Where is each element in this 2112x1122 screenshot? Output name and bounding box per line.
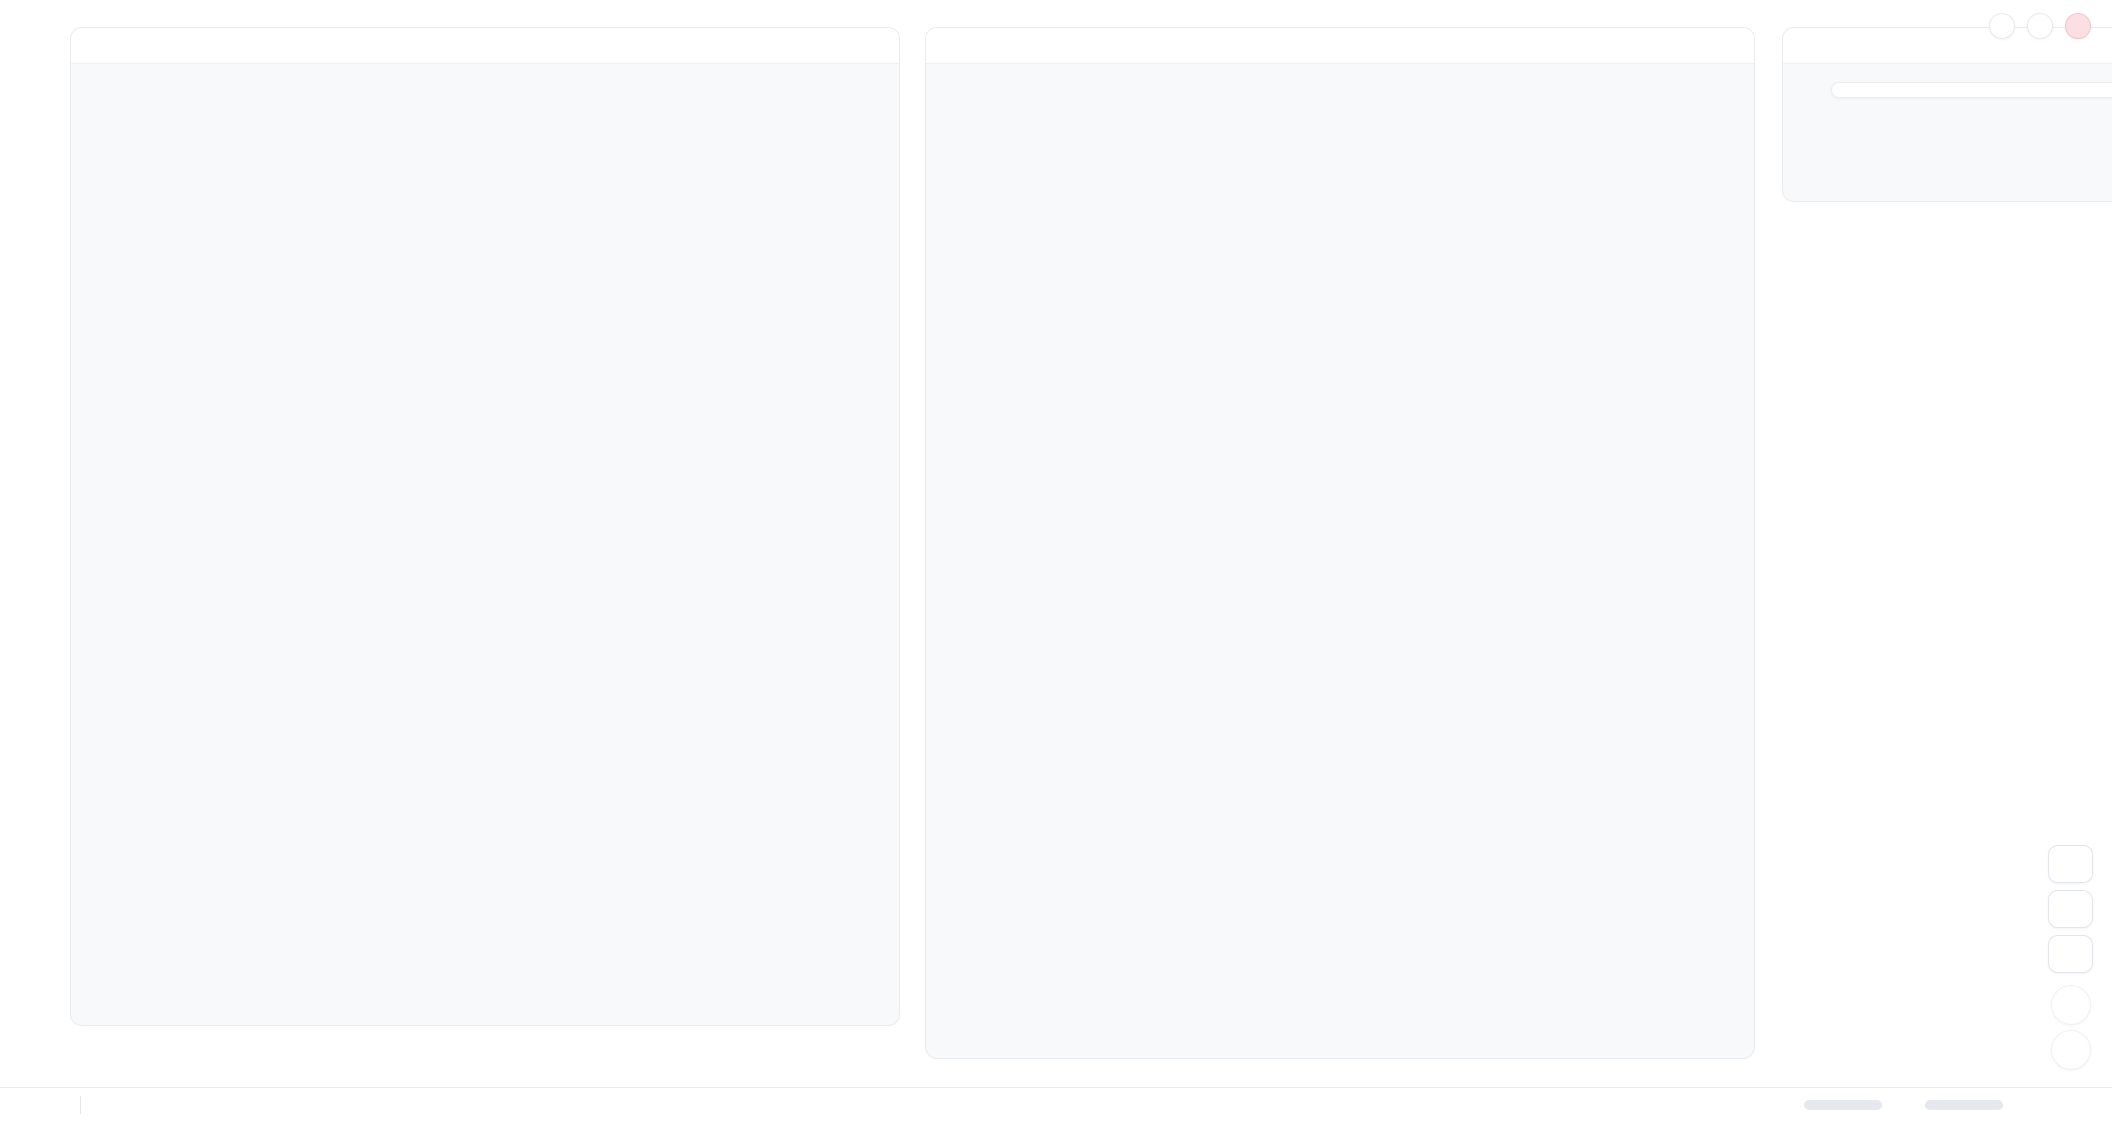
menu-icon xyxy=(1995,19,2009,33)
close-icon xyxy=(2071,19,2085,33)
menu-button[interactable] xyxy=(1989,13,2015,39)
shutdown-button[interactable] xyxy=(2065,13,2091,39)
save-button[interactable] xyxy=(2048,845,2093,883)
cpu-icon xyxy=(1900,1097,1917,1114)
notebook-column-2 xyxy=(925,27,1755,1059)
floating-actions xyxy=(2048,845,2093,1070)
cpu-usage-meter xyxy=(1925,1100,2003,1110)
play-icon xyxy=(2060,1039,2082,1061)
layout-button[interactable] xyxy=(2048,890,2093,928)
column-forward-icon[interactable] xyxy=(132,38,147,53)
connection-status-icon[interactable] xyxy=(2079,1097,2096,1114)
command-icon xyxy=(2061,944,2081,964)
status-bar xyxy=(0,1087,2112,1122)
add-column-icon[interactable] xyxy=(1717,37,1734,54)
run-button[interactable] xyxy=(2051,1030,2091,1070)
new-cell xyxy=(1831,82,2112,98)
errors-icon[interactable] xyxy=(10,1097,27,1114)
save-icon xyxy=(2061,854,2081,874)
memory-usage-meter xyxy=(1804,1100,1882,1110)
column-back-icon[interactable] xyxy=(91,38,106,53)
column-back-icon[interactable] xyxy=(946,38,961,53)
settings-button[interactable] xyxy=(2027,13,2053,39)
notebook-column-1 xyxy=(70,27,900,1026)
terminal-icon[interactable] xyxy=(48,1096,66,1114)
add-column-icon[interactable] xyxy=(862,37,879,54)
column-forward-icon[interactable] xyxy=(1844,38,1859,53)
notebook-column-3 xyxy=(1782,27,2112,202)
copilot-icon[interactable] xyxy=(2050,1097,2067,1114)
gear-icon xyxy=(2033,19,2047,33)
column-forward-icon[interactable] xyxy=(987,38,1002,53)
memory-icon xyxy=(1779,1097,1796,1114)
ai-assistant-icon[interactable] xyxy=(2021,1097,2038,1114)
window-controls xyxy=(1989,13,2091,39)
column-toolbar xyxy=(71,28,899,64)
column-back-icon[interactable] xyxy=(1803,38,1818,53)
shortcuts-button[interactable] xyxy=(2048,935,2093,973)
column-toolbar xyxy=(926,28,1754,64)
layout-icon xyxy=(2061,899,2081,919)
stop-button[interactable] xyxy=(2051,985,2091,1025)
stop-icon xyxy=(2060,994,2082,1016)
activity-sidebar xyxy=(0,0,48,1087)
